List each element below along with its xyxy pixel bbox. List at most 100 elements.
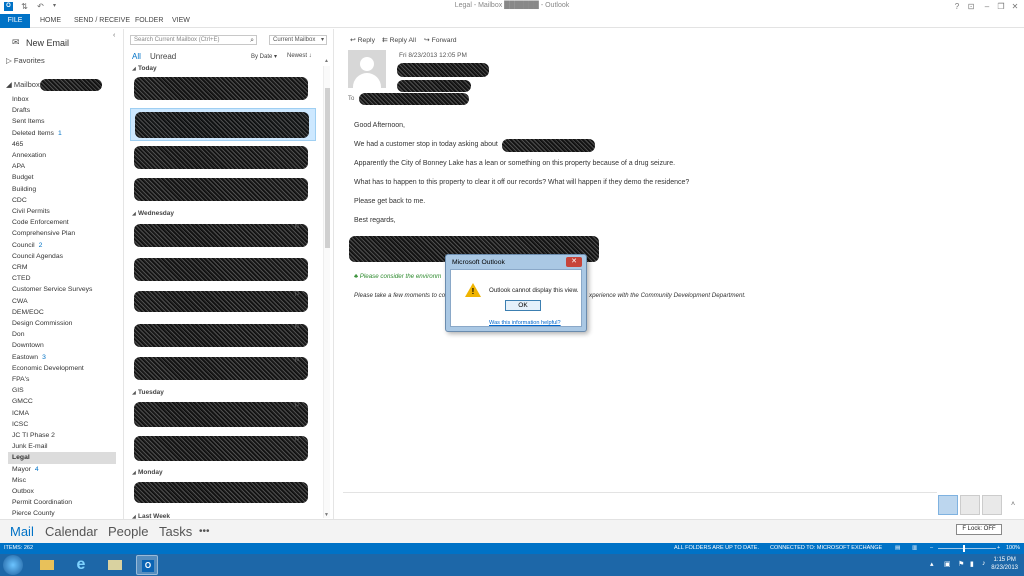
help-icon[interactable]: ? <box>950 1 964 12</box>
nav-calendar[interactable]: Calendar <box>45 524 98 539</box>
flag-icon[interactable]: ⚑ <box>958 560 964 568</box>
system-clock[interactable]: 1:15 PM 8/23/2013 <box>991 556 1018 572</box>
search-input[interactable]: Search Current Mailbox (Ctrl+E) ⌕ <box>130 35 257 45</box>
folder-item[interactable]: Comprehensive Plan <box>12 228 120 239</box>
group-header[interactable]: Monday <box>138 469 163 476</box>
volume-icon[interactable]: ♪ <box>982 560 986 567</box>
message-item[interactable]: ⚐ <box>130 399 316 431</box>
folder-item[interactable]: Sent Items <box>12 116 120 127</box>
libraries-icon[interactable] <box>104 555 126 575</box>
folder-item[interactable]: Budget <box>12 172 120 183</box>
filter-all[interactable]: All <box>132 52 141 61</box>
people-pane-avatar-3[interactable] <box>982 495 1002 515</box>
people-pane-expand-icon[interactable]: ˄ <box>1011 501 1015 508</box>
folder-item[interactable]: Economic Development <box>12 363 120 374</box>
message-item[interactable]: ⚐ <box>130 321 316 351</box>
group-collapse-icon[interactable]: ◢ <box>132 66 136 72</box>
search-scope-dropdown[interactable]: Current Mailbox ▾ <box>269 35 327 45</box>
folder-item[interactable]: ICSC <box>12 419 120 430</box>
flag-icon[interactable]: ⚐ <box>294 401 300 409</box>
nav-people[interactable]: People <box>108 524 148 539</box>
outlook-taskbar-icon[interactable]: O <box>136 555 158 575</box>
folder-item[interactable]: FPA's <box>12 374 120 385</box>
group-collapse-icon[interactable]: ◢ <box>132 390 136 396</box>
message-item[interactable] <box>130 108 316 141</box>
flag-icon[interactable]: ⚐ <box>294 356 300 364</box>
folder-item[interactable]: Inbox <box>12 94 120 105</box>
message-item[interactable] <box>130 479 316 507</box>
folder-item[interactable]: APA <box>12 161 120 172</box>
zoom-in-icon[interactable]: + <box>997 543 1000 554</box>
mailbox-header[interactable]: ◢ Mailbox <box>6 80 40 89</box>
folder-item[interactable]: Drafts <box>12 105 120 116</box>
scroll-up-icon[interactable]: ▲ <box>324 58 329 64</box>
folder-item[interactable]: Eastown 3 <box>12 352 120 363</box>
tab-folder[interactable]: FOLDER <box>129 14 169 28</box>
flag-icon[interactable]: ⚐ <box>294 323 300 331</box>
tray-expand-icon[interactable]: ▴ <box>930 560 934 568</box>
tab-send-receive[interactable]: SEND / RECEIVE <box>68 14 136 28</box>
collapse-pane-icon[interactable]: ‹ <box>113 32 115 39</box>
folder-item[interactable]: Council Agendas <box>12 251 120 262</box>
folder-item[interactable]: ICMA <box>12 408 120 419</box>
folder-item[interactable]: Misc <box>12 475 120 486</box>
tray-app-icon[interactable]: ▣ <box>944 560 951 568</box>
folder-item[interactable]: Council 2 <box>12 240 120 251</box>
folder-item[interactable]: Building <box>12 184 120 195</box>
file-explorer-icon[interactable] <box>36 555 58 575</box>
restore-button[interactable]: ❐ <box>994 1 1008 12</box>
people-pane-avatar-1[interactable] <box>938 495 958 515</box>
people-pane-avatar-2[interactable] <box>960 495 980 515</box>
message-item[interactable]: ⚐ <box>130 354 316 384</box>
folder-item[interactable]: GMCC <box>12 396 120 407</box>
folder-item[interactable]: Permit Coordination <box>12 497 120 508</box>
message-item[interactable] <box>130 175 316 205</box>
help-link[interactable]: Was this information helpful? <box>489 320 561 326</box>
internet-explorer-icon[interactable]: e <box>70 555 92 575</box>
folder-item[interactable]: Legal <box>8 452 116 464</box>
tab-view[interactable]: VIEW <box>166 14 196 28</box>
search-icon[interactable]: ⌕ <box>250 36 254 45</box>
folder-item[interactable]: Code Enforcement <box>12 217 120 228</box>
message-item[interactable]: ⚐ <box>130 288 316 316</box>
ribbon-display-options-icon[interactable]: ⊡ <box>964 1 978 12</box>
zoom-out-icon[interactable]: – <box>930 543 933 554</box>
ok-button[interactable]: OK <box>505 300 541 311</box>
tab-file[interactable]: FILE <box>0 14 30 28</box>
folder-item[interactable]: Civil Permits <box>12 206 120 217</box>
folder-item[interactable]: JC TI Phase 2 <box>12 430 120 441</box>
minimize-button[interactable]: – <box>980 1 994 12</box>
folder-item[interactable]: 465 <box>12 139 120 150</box>
reading-view-icon[interactable]: ▥ <box>912 543 917 554</box>
group-header[interactable]: Tuesday <box>138 389 164 396</box>
folder-item[interactable]: Design Commission <box>12 318 120 329</box>
message-item[interactable] <box>130 255 316 285</box>
group-collapse-icon[interactable]: ◢ <box>132 211 136 217</box>
folder-item[interactable]: Outbox <box>12 486 120 497</box>
close-window-button[interactable]: ✕ <box>1008 1 1022 12</box>
flag-icon[interactable]: ⚐ <box>294 435 300 443</box>
zoom-slider-thumb[interactable] <box>963 545 965 552</box>
scroll-thumb[interactable] <box>325 88 330 248</box>
tab-home[interactable]: HOME <box>34 14 67 28</box>
group-header[interactable]: Wednesday <box>138 210 174 217</box>
folder-item[interactable]: Pierce County <box>12 508 120 519</box>
forward-button[interactable]: ↪ Forward <box>424 36 457 44</box>
folder-item[interactable]: Don <box>12 329 120 340</box>
reply-button[interactable]: ↩ Reply <box>350 36 375 44</box>
scroll-down-icon[interactable]: ▼ <box>324 512 329 518</box>
folder-item[interactable]: DEM/EOC <box>12 307 120 318</box>
flag-icon[interactable]: ⚐ <box>294 290 300 298</box>
message-item[interactable]: ⚐ <box>130 433 316 465</box>
folder-item[interactable]: Annexation <box>12 150 120 161</box>
start-button[interactable] <box>3 555 23 575</box>
sort-by-dropdown[interactable]: By Date ▾ <box>251 53 277 60</box>
normal-view-icon[interactable]: ▤ <box>895 543 900 554</box>
zoom-slider[interactable] <box>938 548 996 549</box>
favorites-header[interactable]: ▷ Favorites <box>6 56 45 65</box>
group-header[interactable]: Today <box>138 65 157 72</box>
nav-mail[interactable]: Mail <box>10 524 34 539</box>
folder-item[interactable]: Junk E-mail <box>12 441 120 452</box>
new-email-button[interactable]: New Email <box>26 38 69 48</box>
nav-more-icon[interactable]: ••• <box>199 526 210 537</box>
